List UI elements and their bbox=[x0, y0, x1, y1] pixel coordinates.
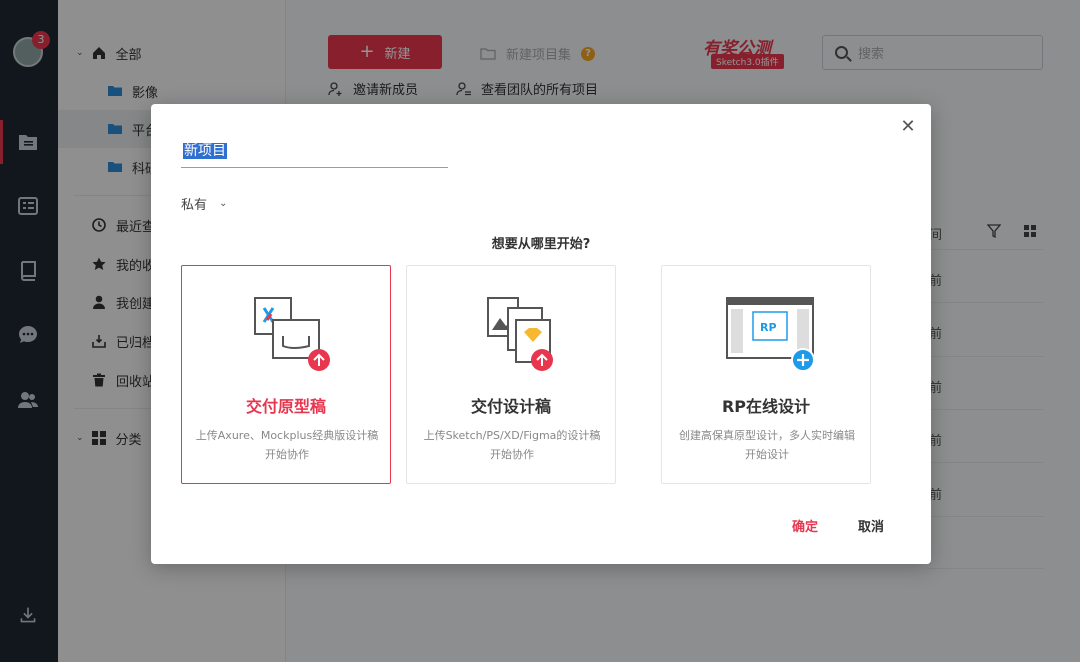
project-name-value: 新项目 bbox=[183, 143, 227, 159]
card-desc-line: 创建高保真原型设计，多人实时编辑 bbox=[679, 429, 855, 442]
card-deliver-prototype[interactable]: 交付原型稿 上传Axure、Mockplus经典版设计稿 开始协作 bbox=[181, 265, 391, 484]
card-title: RP在线设计 bbox=[721, 397, 811, 416]
project-name-input[interactable]: 新项目 bbox=[181, 140, 448, 168]
card-title: 交付设计稿 bbox=[470, 397, 551, 416]
rp-label: RP bbox=[760, 321, 777, 334]
close-icon[interactable]: ✕ bbox=[899, 118, 917, 136]
card-desc-line: 上传Axure、Mockplus经典版设计稿 bbox=[195, 429, 379, 442]
axure-upload-icon bbox=[254, 297, 330, 371]
confirm-button[interactable]: 确定 bbox=[792, 516, 818, 535]
card-title: 交付原型稿 bbox=[245, 397, 326, 416]
chevron-down-icon: ⌄ bbox=[219, 198, 228, 209]
card-rp-online-design[interactable]: RP RP在线设计 创建高保真原型设计，多人实时编辑 开始设计 bbox=[661, 265, 871, 484]
sketch-upload-icon: PS bbox=[487, 297, 553, 371]
start-question: 想要从哪里开始? bbox=[491, 237, 591, 252]
card-description: 创建高保真原型设计，多人实时编辑 开始设计 bbox=[670, 426, 864, 464]
card-desc-line: 开始协作 bbox=[265, 448, 309, 461]
card-description: 上传Axure、Mockplus经典版设计稿 开始协作 bbox=[190, 426, 384, 464]
card-desc-line: 开始设计 bbox=[745, 448, 789, 461]
rp-editor-icon: RP bbox=[726, 297, 815, 372]
new-project-dialog: ✕ 新项目 私有 ⌄ 想要从哪里开始? 交付原型稿 上传Axure、Mockpl… bbox=[151, 104, 931, 564]
privacy-value: 私有 bbox=[181, 198, 208, 213]
card-desc-line: 上传Sketch/PS/XD/Figma的设计稿 bbox=[423, 429, 601, 442]
card-deliver-design[interactable]: PS 交付设计稿 上传Sketch/PS/XD/Figma的设计稿 开始协作 bbox=[406, 265, 616, 484]
privacy-select[interactable]: 私有 ⌄ bbox=[181, 194, 227, 213]
card-desc-line: 开始协作 bbox=[490, 448, 534, 461]
card-description: 上传Sketch/PS/XD/Figma的设计稿 开始协作 bbox=[415, 426, 609, 464]
cancel-button[interactable]: 取消 bbox=[858, 516, 884, 535]
